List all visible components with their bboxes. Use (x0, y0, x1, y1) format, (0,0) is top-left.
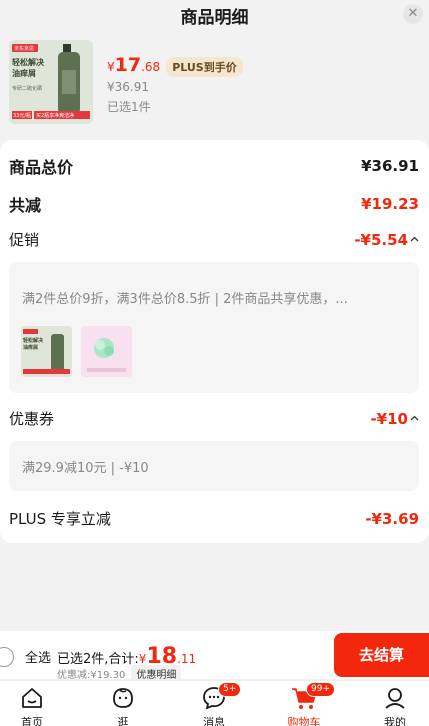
coupon-description: 满29.9减10元 | -¥10 (22, 461, 149, 476)
promo-row[interactable]: 促销 -¥5.54 (9, 229, 419, 250)
total-price-label: 商品总价 (9, 158, 74, 177)
coupon-value: -¥10 (370, 409, 408, 428)
total-reduce-row: 共减 ¥19.23 (9, 192, 419, 216)
selected-count: 已选1件 (107, 100, 151, 114)
plus-discount-value: -¥3.69 (365, 509, 419, 528)
thumb-badge-text: 33元/瓶 (13, 112, 31, 119)
svg-text:轻松解决: 轻松解决 (12, 57, 45, 67)
svg-text:油痒屑: 油痒屑 (12, 68, 36, 78)
plus-discount-row: PLUS 专享立减 -¥3.69 (9, 508, 419, 529)
select-all-radio[interactable] (0, 647, 14, 667)
checkout-button[interactable]: 去结算 (334, 633, 429, 677)
svg-text:油痒屑: 油痒屑 (23, 344, 38, 351)
close-icon[interactable]: ✕ (403, 4, 423, 24)
plus-discount-label: PLUS 专享立减 (9, 510, 111, 528)
tab-messages-label: 消息 (203, 716, 225, 726)
select-all-label[interactable]: 全选 (25, 647, 51, 666)
tab-home-label: 首页 (21, 716, 43, 726)
browse-icon (93, 685, 153, 711)
promo-label: 促销 (9, 231, 40, 249)
bottom-tabbar: 首页 逛 5+ 消息 99+ 购物车 我的 (0, 680, 429, 726)
plus-price-tag: PLUS到手价 (166, 57, 243, 77)
thumb-sub-text: 专研二硫化硒 (12, 85, 42, 92)
tab-profile[interactable]: 我的 (365, 685, 425, 726)
cart-badge: 99+ (306, 682, 335, 697)
original-price: ¥36.91 (107, 80, 149, 94)
product-header-section: 商品明细 ✕ 京东京造 轻松解决 油痒屑 专研二硫化硒 33元/瓶 买2瓶享净爽… (0, 0, 429, 140)
promo-description: 满2件总价9折，满3件总价8.5折 | 2件商品共享优惠，... (22, 292, 348, 307)
product-price: ¥ 17 .68 PLUS到手价 (107, 54, 243, 77)
chevron-up-icon[interactable] (410, 234, 419, 245)
price-decimal: .68 (141, 60, 161, 74)
tab-cart-label: 购物车 (287, 716, 321, 726)
total-decimal: .11 (177, 652, 197, 666)
thumb-brand-text: 京东京造 (14, 45, 34, 52)
total-reduce-label: 共减 (9, 196, 42, 215)
promo-value: -¥5.54 (354, 230, 408, 249)
tab-messages[interactable]: 5+ 消息 (184, 682, 244, 726)
total-price-row: 商品总价 ¥36.91 (9, 154, 419, 178)
promo-item-shampoo-thumbnail[interactable]: 轻松解决 油痒屑 (21, 326, 72, 377)
thumb-footer-text: 买2瓶享净爽洁净 (36, 112, 74, 119)
tab-home[interactable]: 首页 (2, 685, 62, 726)
total-reduce-value: ¥19.23 (361, 195, 419, 213)
tab-browse[interactable]: 逛 (93, 685, 153, 726)
total-price-value: ¥36.91 (361, 157, 419, 175)
price-detail-card: 商品总价 ¥36.91 共减 ¥19.23 促销 -¥5.54 满2件总价9折，… (0, 140, 429, 543)
coupon-label: 优惠券 (9, 410, 55, 428)
message-badge: 5+ (218, 682, 242, 697)
tab-profile-label: 我的 (384, 716, 406, 726)
svg-text:轻松解决: 轻松解决 (23, 337, 44, 344)
cart-icon: 99+ (274, 682, 335, 711)
coupon-row[interactable]: 优惠券 -¥10 (9, 408, 419, 429)
message-icon: 5+ (184, 682, 244, 711)
chevron-up-icon[interactable] (410, 413, 419, 424)
tab-cart[interactable]: 99+ 购物车 (274, 682, 335, 726)
home-icon (2, 685, 62, 711)
promo-detail-box: 满2件总价9折，满3件总价8.5折 | 2件商品共享优惠，... 轻松解决 油痒… (9, 262, 419, 393)
checkout-bar: 全选 已选2件,合计: ¥ 18 .11 优惠减:¥19.30 优惠明细 去结算 (0, 631, 429, 682)
total-symbol: ¥ (138, 652, 147, 666)
profile-icon (365, 685, 425, 711)
promo-item-sponge-thumbnail[interactable] (81, 326, 132, 377)
tab-browse-label: 逛 (117, 716, 129, 726)
price-integer: 17 (114, 54, 142, 76)
coupon-detail-box: 满29.9减10元 | -¥10 (9, 441, 419, 491)
discount-text: 优惠减:¥19.30 (57, 670, 126, 681)
page-title: 商品明细 (180, 8, 249, 28)
product-thumbnail[interactable]: 京东京造 轻松解决 油痒屑 专研二硫化硒 33元/瓶 买2瓶享净爽洁净 (9, 40, 93, 124)
price-symbol: ¥ (107, 60, 115, 74)
